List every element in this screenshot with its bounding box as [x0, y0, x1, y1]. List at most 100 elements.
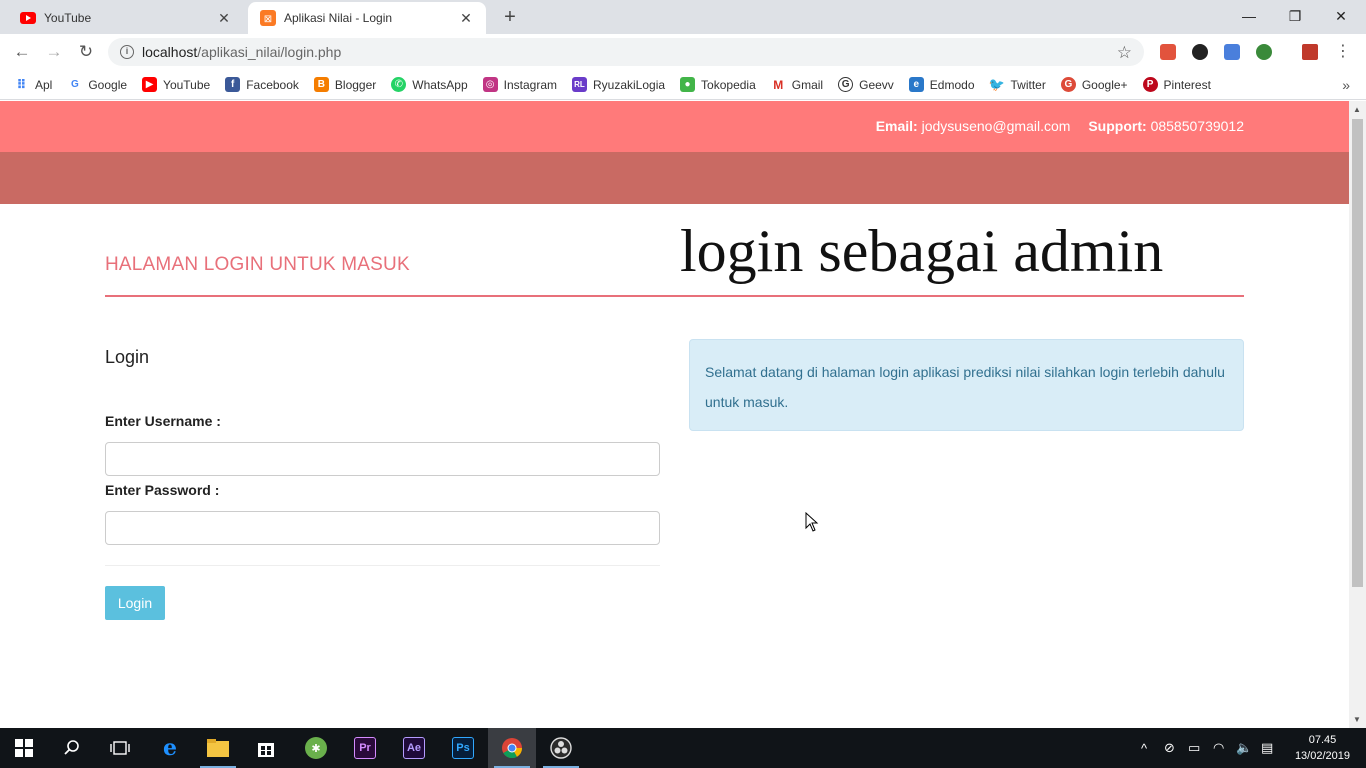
translate-icon[interactable] — [1224, 44, 1240, 60]
info-icon[interactable]: i — [120, 45, 134, 59]
new-tab-button[interactable]: + — [498, 6, 522, 28]
task-view-icon[interactable] — [96, 728, 144, 768]
scroll-down-icon[interactable]: ▼ — [1353, 715, 1361, 724]
bookmark-edmodo[interactable]: e Edmodo — [908, 77, 975, 92]
address-bar[interactable]: i localhost/aplikasi_nilai/login.php ☆ — [108, 38, 1144, 66]
obs-icon[interactable] — [537, 728, 585, 768]
contact-bar: Email: jodysuseno@gmail.com Support: 085… — [0, 101, 1349, 152]
tab-youtube[interactable]: YouTube ✕ — [8, 2, 244, 34]
bookmarks-overflow-button[interactable]: » — [1342, 77, 1350, 93]
ryuzakilogia-icon: RL — [572, 77, 587, 92]
edmodo-icon: e — [908, 77, 924, 92]
premiere-icon[interactable]: Pr — [341, 728, 389, 768]
bookmark-ryuzakilogia[interactable]: RL RyuzakiLogia — [572, 77, 665, 92]
windows-start-icon[interactable] — [0, 728, 48, 768]
taskbar-clock[interactable]: 07.45 13/02/2019 — [1295, 732, 1350, 764]
email-label: Email: — [875, 118, 918, 134]
back-button[interactable]: ← — [10, 40, 34, 64]
chrome-icon[interactable] — [488, 728, 536, 768]
bookmark-twitter[interactable]: 🐦 Twitter — [989, 77, 1046, 92]
extension-icon[interactable] — [1160, 44, 1176, 60]
maximize-button[interactable]: ❐ — [1272, 4, 1318, 28]
store-icon[interactable] — [242, 728, 290, 768]
youtube-icon — [20, 10, 36, 26]
after-effects-icon[interactable]: Ae — [390, 728, 438, 768]
username-input[interactable] — [105, 442, 660, 476]
bookmark-google[interactable]: G Google — [67, 77, 127, 92]
url-host: localhost — [142, 44, 198, 60]
wifi-icon[interactable]: ◠ — [1213, 728, 1224, 768]
bookmark-label: Tokopedia — [701, 77, 756, 92]
extension-icon[interactable] — [1192, 44, 1208, 60]
minimize-button[interactable]: — — [1226, 4, 1272, 28]
volume-icon[interactable]: 🔈 — [1236, 728, 1252, 768]
heading-divider — [105, 295, 1244, 297]
welcome-alert: Selamat datang di halaman login aplikasi… — [689, 339, 1244, 431]
file-explorer-icon[interactable] — [194, 728, 242, 768]
xampp-favicon-icon: ⊠ — [260, 10, 276, 26]
bookmark-label: Apl — [35, 77, 53, 92]
bookmark-tokopedia[interactable]: ● Tokopedia — [680, 77, 756, 92]
login-form-title: Login — [105, 347, 150, 367]
scroll-thumb[interactable] — [1352, 119, 1363, 587]
bookmark-label: Pinterest — [1163, 77, 1211, 92]
bookmark-instagram[interactable]: ◎ Instagram — [482, 77, 557, 92]
extension-icon[interactable] — [1256, 44, 1272, 60]
bookmark-google-plus[interactable]: G Google+ — [1060, 77, 1128, 92]
bookmark-label: Blogger — [334, 77, 377, 92]
bookmark-apl[interactable]: ⠿ Apl — [14, 77, 52, 92]
scroll-up-icon[interactable]: ▲ — [1353, 105, 1361, 114]
forward-button[interactable]: → — [42, 40, 66, 64]
email-value: jodysuseno@gmail.com — [921, 118, 1071, 134]
bookmark-label: Edmodo — [929, 77, 975, 92]
google-plus-icon: G — [1060, 77, 1076, 92]
tab-title: YouTube — [44, 11, 92, 25]
reload-button[interactable]: ↻ — [74, 40, 98, 64]
support-label: Support: — [1088, 118, 1147, 134]
overlay-caption: login sebagai admin — [680, 218, 1164, 284]
bookmark-label: Gmail — [791, 77, 824, 92]
battery-icon[interactable]: ▭ — [1188, 728, 1200, 768]
svg-text:⊠: ⊠ — [264, 14, 272, 25]
mouse-cursor-icon — [805, 512, 819, 532]
bookmarks-bar: ⠿ Apl G Google ▶ YouTube f Facebook B Blogger… — [0, 70, 1366, 100]
contact-info: Email: jodysuseno@gmail.com Support: 085… — [876, 118, 1244, 134]
bookmark-pinterest[interactable]: P Pinterest — [1142, 77, 1211, 92]
bookmark-geevv[interactable]: G Geevv — [838, 77, 894, 92]
page-scrollbar[interactable]: ▲ ▼ — [1349, 101, 1366, 728]
bookmark-star-icon[interactable]: ☆ — [1117, 43, 1132, 63]
facebook-icon: f — [225, 77, 241, 92]
tab-strip: YouTube ✕ ⊠ Aplikasi Nilai - Login ✕ + —… — [0, 0, 1366, 34]
password-input[interactable] — [105, 511, 660, 545]
xampp-icon[interactable]: ✱ — [292, 728, 340, 768]
bookmark-label: RyuzakiLogia — [593, 77, 666, 92]
bookmark-whatsapp[interactable]: ✆ WhatsApp — [391, 77, 468, 92]
tokopedia-icon: ● — [680, 77, 696, 92]
menu-icon[interactable]: ⋮ — [1331, 40, 1355, 64]
browser-toolbar: ← → ↻ i localhost/aplikasi_nilai/login.p… — [0, 34, 1366, 70]
login-button[interactable]: Login — [105, 586, 165, 620]
support-value: 085850739012 — [1150, 118, 1244, 134]
bookmark-label: WhatsApp — [412, 77, 468, 92]
gmail-icon: M — [773, 77, 784, 92]
bookmark-youtube[interactable]: ▶ YouTube — [142, 77, 210, 92]
extension-icon[interactable] — [1302, 44, 1318, 60]
notification-icon[interactable]: ▤ — [1261, 728, 1273, 768]
close-tab-icon[interactable]: ✕ — [458, 10, 474, 27]
bookmark-gmail[interactable]: M Gmail — [771, 77, 823, 92]
bookmark-blogger[interactable]: B Blogger — [313, 77, 377, 92]
tray-app-icon[interactable]: ⊘ — [1164, 728, 1175, 768]
photoshop-icon[interactable]: Ps — [439, 728, 487, 768]
bookmark-facebook[interactable]: f Facebook — [225, 77, 299, 92]
bookmark-label: Facebook — [246, 77, 299, 92]
edge-icon[interactable]: e — [146, 728, 194, 768]
bookmark-label: Instagram — [503, 77, 557, 92]
close-window-button[interactable]: ✕ — [1318, 4, 1364, 28]
tab-aplikasi-nilai[interactable]: ⊠ Aplikasi Nilai - Login ✕ — [248, 2, 486, 34]
tray-overflow-icon[interactable]: ^ — [1141, 728, 1147, 768]
form-divider — [105, 565, 660, 566]
close-tab-icon[interactable]: ✕ — [216, 10, 232, 27]
tab-title: Aplikasi Nilai - Login — [284, 11, 393, 25]
bookmark-label: Twitter — [1010, 77, 1046, 92]
search-icon[interactable] — [48, 728, 96, 768]
